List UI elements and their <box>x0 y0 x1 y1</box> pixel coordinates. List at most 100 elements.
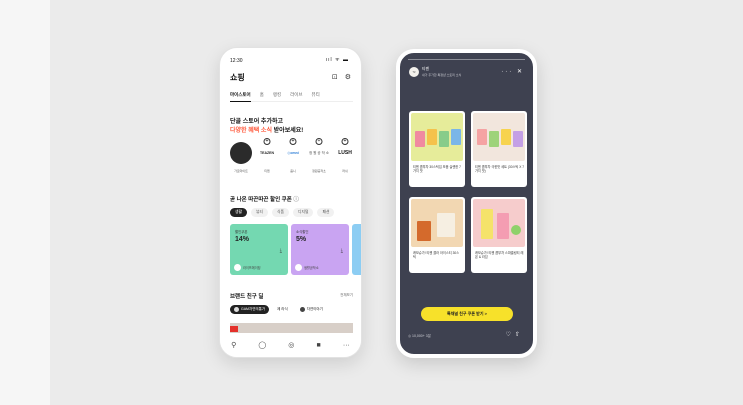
more-icon[interactable]: ··· <box>343 342 350 349</box>
brand-logo: 정 원 공 작 소 <box>309 150 329 155</box>
chip-digital[interactable]: 디지털 <box>293 208 314 217</box>
see-all-link[interactable]: 전체보기 <box>340 293 353 298</box>
page-title: 쇼핑 <box>230 73 245 82</box>
section-heading: 단골 스토어 추가하고 <box>230 119 284 125</box>
account-avatar[interactable]: TZ <box>409 67 419 77</box>
brand-logo: ◎omni <box>287 151 299 155</box>
info-icon[interactable]: ⓘ <box>293 197 299 203</box>
plus-icon[interactable]: + <box>341 138 349 145</box>
product-pack <box>427 129 437 145</box>
plus-icon[interactable]: + <box>263 138 271 145</box>
product-image <box>473 199 525 247</box>
brand-logo-icon <box>234 264 241 271</box>
status-time: 12:30 <box>230 58 243 64</box>
coupon-card-partial[interactable] <box>352 224 361 275</box>
chip-fashion[interactable]: 패션 <box>317 208 335 217</box>
coupon-label: 할인쿠폰 <box>235 230 248 234</box>
view-count: ◎ 10,000+ 3분 <box>408 334 431 338</box>
tab-beauty[interactable]: 뷰티 <box>312 92 320 101</box>
product-card[interactable]: 티젠 콤부차 극한맛 세트 (30스틱 X 7가지 맛) <box>471 111 527 187</box>
phone-shopping: 12:30 ııl ᯤ ▬ 쇼핑 ⊡ ⚙ 마이스토어 홈 랭킹 라이브 뷰티 단… <box>219 47 362 358</box>
tab-ranking[interactable]: 랭킹 <box>273 92 281 101</box>
story-progress-bar <box>408 59 525 60</box>
chip-beauty[interactable]: 뷰티 <box>251 208 268 217</box>
status-signal-icon: ııl ᯤ ▬ <box>325 57 349 63</box>
coupon-cta-button[interactable]: 톡채널 친구 쿠폰 받기 > <box>421 307 513 321</box>
friend-name: GAM자연의통가 <box>241 307 266 311</box>
plus-icon[interactable]: + <box>315 138 323 145</box>
product-caption: 캐모슈가! 티젠 콜라 아이스티 30스틱 <box>413 251 460 260</box>
product-card[interactable]: 티젠 콤부차 30스틱입 모음 실렌한 7가지 맛 <box>409 111 465 187</box>
brand-logo: LUSH <box>338 150 352 156</box>
tab-bar: 마이스토어 홈 랭킹 라이브 뷰티 <box>230 92 353 102</box>
story-actions[interactable]: ··· ✕ <box>501 68 524 75</box>
coupon-value: 14% <box>235 236 250 243</box>
friend-brand-list: GAM자연의통가 제 라식 자연이야기 <box>230 305 327 314</box>
bag-icon[interactable]: ■ <box>317 342 321 349</box>
person-icon[interactable]: ⚲ <box>231 341 236 349</box>
plus-icon[interactable]: + <box>289 138 297 145</box>
brand-dot-icon <box>299 307 305 312</box>
tab-mystore[interactable]: 마이스토어 <box>230 92 251 102</box>
bag-icon[interactable]: ⊡ <box>332 74 338 81</box>
product-pack <box>451 129 461 145</box>
coupon-section-title: 곧 나온 따끈따끈 할인 쿠폰 ⓘ <box>230 195 299 203</box>
product-card[interactable]: 캐모슈가! 티젠 콤부차 스파클링티 레몬 & 라임 <box>471 197 527 273</box>
phone-story: TZ 티젠 내가 추가한 특정샵 스토리 소식 ··· ✕ 티젠 콤부차 30스… <box>396 49 537 358</box>
tab-live[interactable]: 라이브 <box>290 92 302 101</box>
bottom-nav: ⚲ ◯ ◎ ■ ··· <box>220 333 361 357</box>
coin-icon[interactable]: ◎ <box>288 341 294 349</box>
coupon-card[interactable]: 할인쿠폰 14% ⤓ 라이프에이징 <box>230 224 288 275</box>
download-icon[interactable]: ⤓ <box>280 248 282 254</box>
brand-item[interactable] <box>230 142 252 164</box>
brand-item[interactable]: + ◎omni <box>282 138 304 164</box>
product-caption: 티젠 콤부차 30스틱입 모음 실렌한 7가지 맛 <box>413 165 461 174</box>
friend-chip[interactable]: GAM자연의통가 <box>230 305 270 314</box>
account-name: 티젠 <box>422 67 429 71</box>
product-pack <box>501 129 511 145</box>
brand-name: 러쉬 <box>342 169 348 173</box>
product-bottle <box>481 209 493 239</box>
brand-logo-icon <box>295 264 302 271</box>
brand-name: 옴니 <box>290 169 296 173</box>
coupon-title-text: 곧 나온 따끈따끈 할인 쿠폰 <box>230 197 292 203</box>
chat-icon[interactable]: ◯ <box>258 341 266 349</box>
brand-logo: TEAZEN <box>260 151 274 155</box>
product-pack <box>477 129 487 145</box>
brand-dot-icon <box>234 307 239 312</box>
product-pack <box>415 131 425 147</box>
friends-title: 브랜드 친구 딜 <box>230 294 264 300</box>
product-caption: 티젠 콤부차 극한맛 세트 (30스틱 X 7가지 맛) <box>475 165 525 174</box>
product-box <box>437 213 455 237</box>
friend-chip[interactable]: 제 라식 <box>273 305 292 314</box>
brand-name: 티젠 <box>264 169 270 173</box>
sale-badge <box>230 326 238 332</box>
product-card[interactable]: 캐모슈가! 티젠 콜라 아이스티 30스틱 <box>409 197 465 273</box>
chip-food[interactable]: 식품 <box>272 208 289 217</box>
brand-list: 가로마이트 + TEAZEN 티젠 + ◎omni 옴니 + 정 원 공 작 소… <box>230 138 360 178</box>
download-icon[interactable]: ⤓ <box>341 248 343 254</box>
product-image <box>411 113 463 161</box>
product-pack <box>489 131 499 147</box>
heading-rest: 받아보세요! <box>271 128 304 134</box>
brand-item[interactable]: + 정 원 공 작 소 <box>308 138 330 164</box>
coupon-card[interactable]: 소식할인 5% ⤓ 생활공작소 <box>291 224 349 275</box>
gear-icon[interactable]: ⚙ <box>345 74 351 81</box>
friend-chip[interactable]: 자연이야기 <box>296 305 327 314</box>
left-margin <box>0 0 50 405</box>
heading-accent: 다양한 혜택 소식 <box>230 128 272 134</box>
brand-item[interactable]: + TEAZEN <box>256 138 278 164</box>
coupon-value: 5% <box>296 236 307 243</box>
coupon-label: 소식할인 <box>296 230 309 234</box>
brand-name: 가로마이트 <box>234 169 248 173</box>
product-image <box>411 199 463 247</box>
tab-home[interactable]: 홈 <box>260 92 264 101</box>
product-bottle <box>497 213 509 239</box>
chip-living[interactable]: 생활 <box>230 208 247 217</box>
brand-item[interactable]: + LUSH <box>334 138 356 164</box>
account-subtitle: 내가 추가한 특정샵 스토리 소식 <box>422 73 462 77</box>
heart-icon[interactable]: ♡ <box>506 332 515 338</box>
product-pack <box>439 131 449 147</box>
share-icon[interactable]: ⇧ <box>515 332 524 338</box>
coupon-brand: 생활공작소 <box>304 266 319 270</box>
